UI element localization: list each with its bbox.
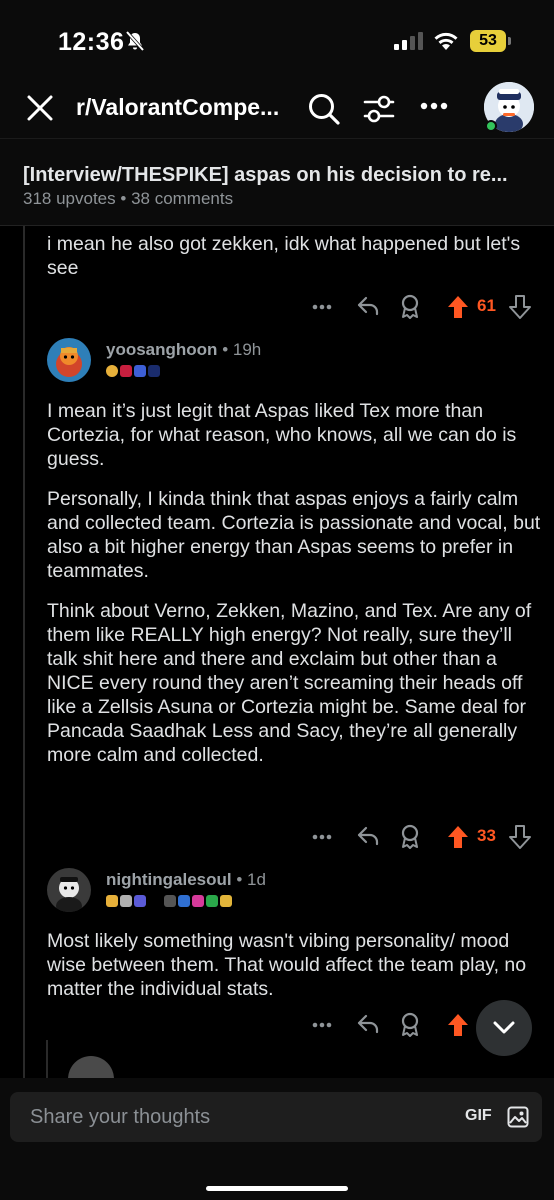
chevron-down-icon bbox=[493, 1021, 515, 1034]
upvote-icon[interactable] bbox=[446, 1012, 470, 1038]
battery-nub bbox=[508, 37, 511, 45]
wifi-icon bbox=[434, 32, 458, 50]
comment-actions: 33 bbox=[0, 822, 554, 852]
battery-indicator: 53 bbox=[470, 30, 506, 52]
comment-body: I mean it’s just legit that Aspas liked … bbox=[47, 399, 547, 783]
post-banner[interactable]: [Interview/THESPIKE] aspas on his decisi… bbox=[0, 138, 554, 226]
subreddit-title[interactable]: r/ValorantCompe... bbox=[76, 94, 298, 121]
author-name[interactable]: nightingalesoul • 1d bbox=[106, 870, 266, 890]
comment-feed[interactable]: i mean he also got zekken, idk what happ… bbox=[0, 226, 554, 1078]
comment-score: 33 bbox=[477, 826, 496, 845]
more-icon[interactable] bbox=[312, 834, 332, 840]
comment-age: • 1d bbox=[236, 870, 266, 889]
post-meta: 318 upvotes • 38 comments bbox=[23, 189, 233, 209]
comment-input[interactable] bbox=[10, 1092, 450, 1142]
author-avatar[interactable] bbox=[47, 868, 91, 912]
reply-thread-line bbox=[46, 1040, 48, 1078]
comment-composer[interactable]: GIF bbox=[10, 1092, 542, 1142]
comment-paragraph: I mean it’s just legit that Aspas liked … bbox=[47, 400, 517, 470]
comment-count: 38 comments bbox=[131, 189, 234, 208]
upvote-icon[interactable] bbox=[446, 294, 470, 320]
downvote-icon[interactable] bbox=[508, 294, 532, 320]
online-indicator bbox=[485, 120, 497, 132]
meta-separator: • bbox=[120, 189, 127, 208]
author-username[interactable]: yoosanghoon bbox=[106, 340, 217, 359]
thread-line bbox=[23, 226, 25, 1078]
search-icon[interactable] bbox=[307, 92, 341, 126]
gif-button[interactable]: GIF bbox=[465, 1107, 492, 1125]
more-icon[interactable] bbox=[420, 102, 448, 110]
home-indicator bbox=[206, 1186, 348, 1191]
reply-icon[interactable] bbox=[356, 1012, 380, 1036]
close-icon[interactable] bbox=[26, 94, 54, 122]
award-icon[interactable] bbox=[398, 824, 422, 850]
filter-icon[interactable] bbox=[363, 92, 395, 126]
author-name[interactable]: yoosanghoon • 19h bbox=[106, 340, 261, 360]
status-time: 12:36 bbox=[58, 28, 125, 56]
award-icon[interactable] bbox=[398, 294, 422, 320]
app-header: r/ValorantCompe... bbox=[0, 80, 554, 138]
comment-body: Most likely something wasn't vibing pers… bbox=[47, 929, 547, 1017]
composer-bar: GIF bbox=[0, 1078, 554, 1200]
upvote-icon[interactable] bbox=[446, 824, 470, 850]
downvote-icon[interactable] bbox=[508, 824, 532, 850]
author-username[interactable]: nightingalesoul bbox=[106, 870, 232, 889]
author-avatar bbox=[68, 1056, 114, 1078]
reply-icon[interactable] bbox=[356, 824, 380, 848]
user-flair bbox=[106, 895, 232, 909]
status-bar: 12:36 53 bbox=[0, 0, 554, 80]
scroll-down-button[interactable] bbox=[476, 1000, 532, 1056]
reply-icon[interactable] bbox=[356, 294, 380, 318]
comment-age: • 19h bbox=[222, 340, 262, 359]
comment-actions bbox=[0, 1010, 554, 1040]
image-icon[interactable] bbox=[507, 1106, 529, 1128]
post-title[interactable]: [Interview/THESPIKE] aspas on his decisi… bbox=[23, 164, 538, 187]
award-icon[interactable] bbox=[398, 1012, 422, 1038]
comment-paragraph: Most likely something wasn't vibing pers… bbox=[47, 930, 527, 1000]
author-avatar[interactable] bbox=[47, 338, 91, 382]
bell-off-icon bbox=[125, 30, 145, 52]
more-icon[interactable] bbox=[312, 1022, 332, 1028]
user-flair bbox=[106, 365, 160, 379]
comment-paragraph: Think about Verno, Zekken, Mazino, and T… bbox=[47, 600, 532, 766]
comment-paragraph: Personally, I kinda think that aspas enj… bbox=[47, 488, 541, 582]
comment-actions: 61 bbox=[0, 292, 554, 322]
comment-paragraph: i mean he also got zekken, idk what happ… bbox=[47, 233, 521, 279]
comment-score: 61 bbox=[477, 296, 496, 315]
comment-body: i mean he also got zekken, idk what happ… bbox=[47, 232, 547, 296]
more-icon[interactable] bbox=[312, 304, 332, 310]
upvote-count: 318 upvotes bbox=[23, 189, 116, 208]
signal-icon bbox=[394, 32, 423, 50]
